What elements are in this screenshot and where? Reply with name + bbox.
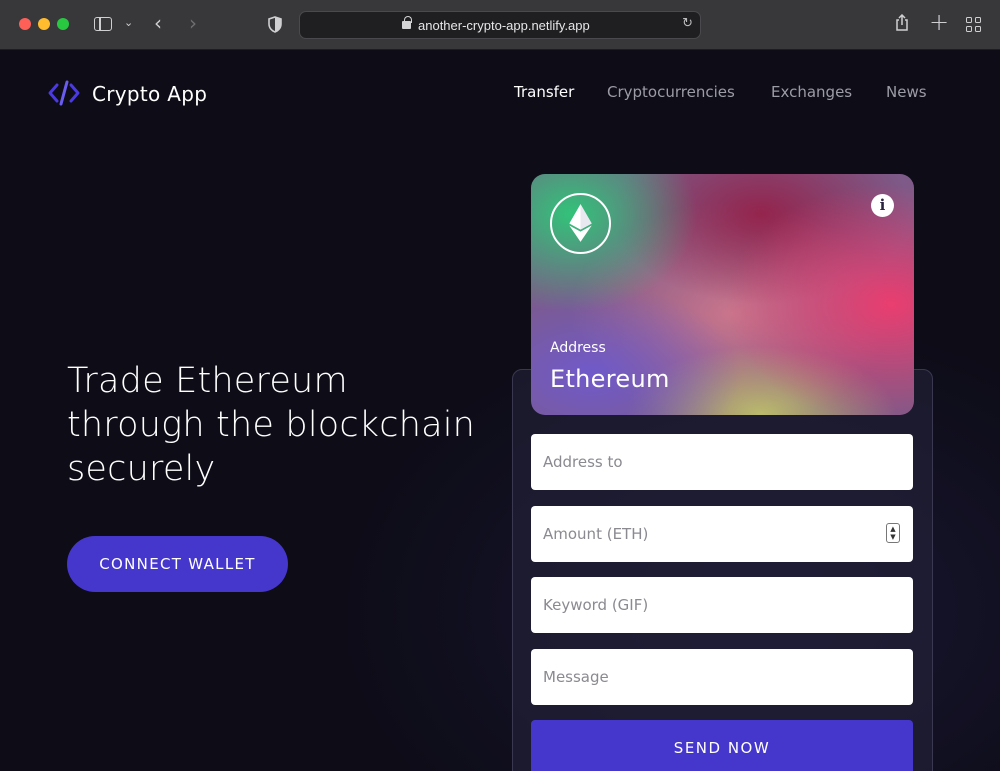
card-network-value: Ethereum	[550, 365, 670, 393]
chevron-down-icon[interactable]: ⌄	[124, 16, 133, 29]
reload-icon[interactable]: ↻	[682, 16, 693, 31]
zoom-window-button[interactable]	[57, 18, 69, 30]
plus-icon[interactable]: +	[929, 8, 949, 36]
share-icon[interactable]	[895, 14, 909, 31]
back-icon[interactable]: ‹	[154, 11, 162, 35]
hero-title: Trade Ethereum through the blockchain se…	[67, 361, 476, 489]
url-text: another-crypto-app.netlify.app	[418, 18, 590, 33]
tab-grid-icon[interactable]	[966, 17, 981, 32]
transfer-form-panel	[512, 369, 933, 771]
nav-cryptocurrencies[interactable]: Cryptocurrencies	[607, 83, 735, 101]
page-content: Crypto App Transfer Cryptocurrencies Exc…	[0, 51, 1000, 771]
amount-stepper-icon[interactable]: ▲ ▼	[886, 523, 900, 543]
message-input[interactable]	[531, 649, 913, 705]
card-address-label: Address	[550, 340, 606, 356]
browser-toolbar: ⌄ ‹ › another-crypto-app.netlify.app ↻ +	[0, 0, 1000, 50]
code-logo-icon	[48, 80, 80, 106]
address-bar[interactable]: another-crypto-app.netlify.app ↻	[299, 11, 701, 39]
nav-news[interactable]: News	[886, 83, 927, 101]
send-now-button[interactable]: SEND NOW	[531, 720, 913, 771]
logo-text[interactable]: Crypto App	[92, 82, 207, 106]
ethereum-card: i Address Ethereum	[531, 174, 914, 415]
connect-wallet-button[interactable]: CONNECT WALLET	[67, 536, 288, 592]
address-to-input[interactable]	[531, 434, 913, 490]
lock-icon	[402, 16, 412, 29]
sidebar-icon[interactable]	[94, 17, 112, 31]
close-window-button[interactable]	[19, 18, 31, 30]
amount-input[interactable]	[531, 506, 913, 562]
nav-exchanges[interactable]: Exchanges	[771, 83, 852, 101]
ethereum-icon	[550, 193, 611, 254]
shield-icon[interactable]	[268, 16, 282, 33]
nav-transfer[interactable]: Transfer	[514, 83, 574, 101]
keyword-input[interactable]	[531, 577, 913, 633]
forward-icon[interactable]: ›	[189, 11, 197, 35]
info-icon[interactable]: i	[871, 194, 894, 217]
minimize-window-button[interactable]	[38, 18, 50, 30]
